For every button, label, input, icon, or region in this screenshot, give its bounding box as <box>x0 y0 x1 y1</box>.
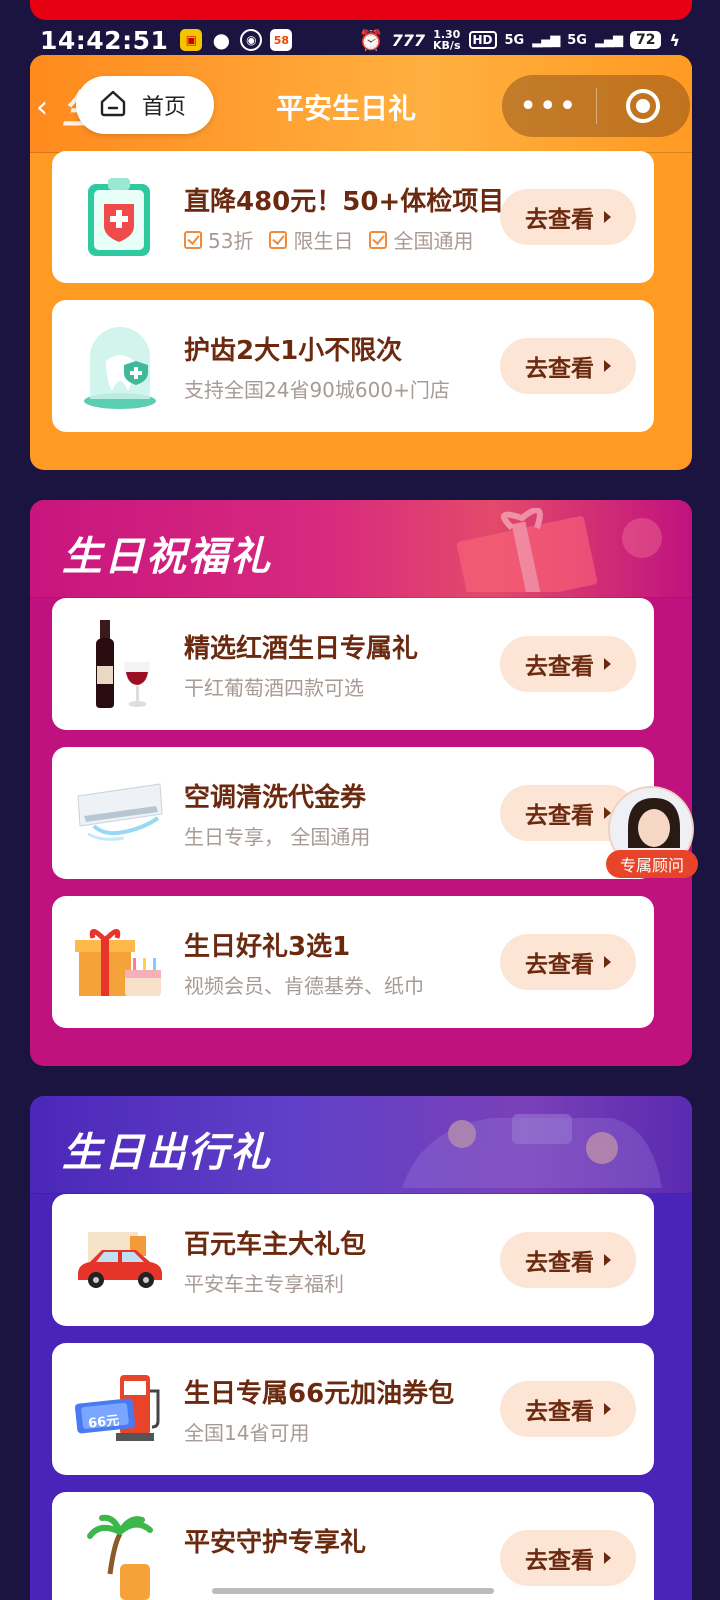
caret-right-icon <box>604 211 611 223</box>
item-title: 护齿2大1小不限次 <box>184 336 403 366</box>
camera-app-icon: ◉ <box>240 29 263 51</box>
view-button-label: 去查看 <box>525 1548 594 1574</box>
gift-box-decoration <box>456 508 662 592</box>
caret-right-icon <box>604 1403 611 1415</box>
view-button-label: 去查看 <box>525 207 594 233</box>
signal-5g-icon-1: 5G <box>504 32 525 48</box>
alarm-icon: ⏰ <box>358 28 384 52</box>
view-button-label: 去查看 <box>525 1399 594 1425</box>
red-wine-icon <box>74 620 166 708</box>
view-button[interactable]: 去查看 <box>500 189 636 245</box>
back-chevron-icon[interactable]: ‹ <box>36 90 48 125</box>
view-button[interactable]: 去查看 <box>500 636 636 692</box>
view-button-label: 去查看 <box>525 952 594 978</box>
charging-bolt-icon: ϟ <box>669 30 680 50</box>
nfc-icon: 777 <box>391 30 426 50</box>
fuel-coupon-icon: 66元 <box>74 1365 166 1453</box>
list-item[interactable]: 生日好礼3选1 视频会员、肯德基券、纸巾 去查看 <box>52 896 654 1028</box>
item-subtitle: 生日专享， 全国通用 <box>184 825 371 849</box>
list-item[interactable]: 平安守护专享礼 去查看 <box>52 1492 654 1600</box>
list-item[interactable]: 直降480元！50+体检项目 53折 限生日 全国通用 去查看 <box>52 151 654 283</box>
item-title: 百元车主大礼包 <box>184 1230 367 1260</box>
item-title: 平安守护专享礼 <box>184 1528 367 1558</box>
view-button[interactable]: 去查看 <box>500 1530 636 1586</box>
item-subtitle: 干红葡萄酒四款可选 <box>184 676 364 700</box>
section-birthday-travel: 生日出行礼 百元车主大礼包 平安车主专享福利 去查看 66元 生日专属66元加油… <box>30 1096 692 1600</box>
signal-bars-icon-2: ▂▄▆ <box>594 32 623 48</box>
status-bar: 14:42:51 ▣ ● ◉ 58 ⏰ 777 1.30 KB/s HD 5G … <box>0 20 720 60</box>
caret-right-icon <box>604 658 611 670</box>
section-title: 生日出行礼 <box>62 1130 272 1176</box>
section-title: 生日祝福礼 <box>62 534 272 580</box>
home-indicator[interactable] <box>212 1588 494 1594</box>
section-header: 生日祝福礼 <box>30 500 692 598</box>
checkbox-icon <box>184 230 202 249</box>
item-subtitle: 全国14省可用 <box>184 1421 310 1445</box>
list-item[interactable]: 空调清洗代金券 生日专享， 全国通用 去查看 <box>52 747 654 879</box>
home-button-label: 首页 <box>142 95 187 120</box>
view-button[interactable]: 去查看 <box>500 934 636 990</box>
medical-clipboard-icon <box>74 173 166 261</box>
list-item[interactable]: 66元 生日专属66元加油券包 全国14省可用 去查看 <box>52 1343 654 1475</box>
section-birthday-blessing: 生日祝福礼 精选红酒生日专属礼 干红葡萄酒四款可选 去查看 空调清洗代金券 生日… <box>30 500 692 1066</box>
item-subtitle: 平安车主专享福利 <box>184 1272 344 1296</box>
section-header: 生日出行礼 <box>30 1096 692 1194</box>
gift-cake-icon <box>74 918 166 1006</box>
advisor-label: 专属顾问 <box>606 850 698 878</box>
view-button-label: 去查看 <box>525 654 594 680</box>
view-button-label: 去查看 <box>525 356 594 382</box>
caret-right-icon <box>604 1552 611 1564</box>
item-subtitle: 支持全国24省90城600+门店 <box>184 378 450 402</box>
list-item[interactable]: 百元车主大礼包 平安车主专享福利 去查看 <box>52 1194 654 1326</box>
chat-bubble-icon: ● <box>212 28 231 52</box>
close-target-icon[interactable] <box>597 87 691 125</box>
list-item[interactable]: 精选红酒生日专属礼 干红葡萄酒四款可选 去查看 <box>52 598 654 730</box>
home-icon <box>98 88 128 122</box>
signal-5g-icon-2: 5G <box>567 32 587 48</box>
air-conditioner-icon <box>74 769 166 857</box>
item-title: 精选红酒生日专属礼 <box>184 634 419 664</box>
signal-bars-icon-1: ▂▄▆ <box>532 32 560 48</box>
red-car-icon <box>74 1216 166 1304</box>
item-tags: 53折 限生日 全国通用 <box>184 225 473 254</box>
net-speed-unit: KB/s <box>433 39 461 52</box>
tag-label: 53折 <box>208 229 254 253</box>
car-family-decoration <box>402 1114 662 1188</box>
top-red-banner-edge <box>30 0 692 20</box>
view-button[interactable]: 去查看 <box>500 1381 636 1437</box>
hd-icon: HD <box>468 31 497 49</box>
view-button[interactable]: 去查看 <box>500 338 636 394</box>
item-subtitle: 视频会员、肯德基券、纸巾 <box>184 974 424 998</box>
palm-luggage-icon <box>74 1514 166 1600</box>
caret-right-icon <box>604 360 611 372</box>
item-title: 生日专属66元加油券包 <box>184 1379 455 1409</box>
item-title: 直降480元！50+体检项目 <box>184 187 505 217</box>
checkbox-icon <box>369 230 388 249</box>
mini-program-capsule: ••• <box>502 75 690 137</box>
view-button[interactable]: 去查看 <box>500 1232 636 1288</box>
app-58-icon: 58 <box>270 29 293 51</box>
item-title: 空调清洗代金券 <box>184 783 367 813</box>
view-button-label: 去查看 <box>525 1250 594 1276</box>
caret-right-icon <box>604 956 611 968</box>
tooth-dome-icon <box>74 322 166 410</box>
tag-label: 全国通用 <box>393 229 474 253</box>
battery-icon: 72 <box>629 31 662 49</box>
coupon-badge: 66元 <box>87 1413 121 1432</box>
more-options-icon[interactable]: ••• <box>502 89 596 124</box>
caret-right-icon <box>604 1254 611 1266</box>
tag-label: 限生日 <box>293 229 354 253</box>
view-button-label: 去查看 <box>525 803 594 829</box>
item-title: 生日好礼3选1 <box>184 932 351 962</box>
list-item[interactable]: 护齿2大1小不限次 支持全国24省90城600+门店 去查看 <box>52 300 654 432</box>
checkbox-icon <box>269 230 288 249</box>
home-button[interactable]: 首页 <box>76 76 214 134</box>
app-notification-icon: ▣ <box>180 29 203 51</box>
advisor-float-button[interactable]: 专属顾问 <box>604 786 698 880</box>
page-title: 平安生日礼 <box>276 92 417 125</box>
status-time: 14:42:51 <box>40 25 169 55</box>
mini-program-navbar: ‹ 生日礼 首页 平安生日礼 ••• <box>0 55 720 155</box>
